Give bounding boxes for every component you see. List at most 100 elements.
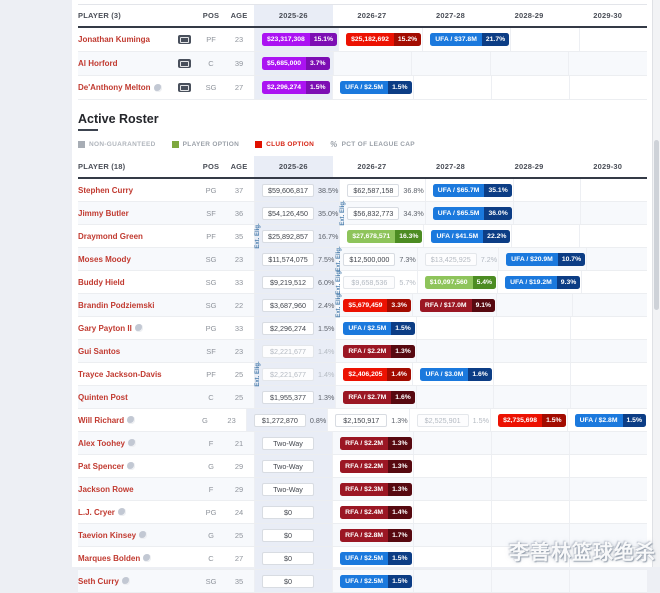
age-cell: 37 <box>224 186 254 195</box>
season-cell: $9,219,5126.0% <box>254 271 335 293</box>
age-cell: 35 <box>224 232 254 241</box>
player-cell: Gary Payton II <box>78 324 178 333</box>
option-badge: UFA / $65.5M36.0% <box>433 207 512 220</box>
title-underline <box>78 129 98 131</box>
player-name-link[interactable]: Jonathan Kuminga <box>78 35 150 44</box>
player-name-link[interactable]: Draymond Green <box>78 232 143 241</box>
season-cell <box>513 202 580 224</box>
badge-pct: 1.5% <box>388 552 412 565</box>
player-cell: Quinten Post <box>78 393 178 402</box>
scrollbar-track[interactable] <box>652 0 660 567</box>
season-cell: $11,574,0757.5% <box>254 248 335 270</box>
badge-label: $2,296,274 <box>262 81 306 94</box>
badge-label: RFA / $2.2M <box>340 437 388 450</box>
salary-box: $25,892,857 <box>262 230 314 243</box>
option-badge: $25,182,69215.2% <box>346 33 421 46</box>
badge-label: UFA / $2.8M <box>575 414 623 427</box>
season-cell: $3,687,9602.4% <box>254 294 335 316</box>
season-cell: $2,406,2051.4% <box>335 363 412 385</box>
season-cell: $13,425,9257.2% <box>417 248 498 270</box>
age-cell: 22 <box>224 301 254 310</box>
pos-cell: G <box>198 531 224 540</box>
badge-pct: 1.5% <box>388 81 412 94</box>
badge-label: $5,685,000 <box>262 57 306 70</box>
player-name-link[interactable]: Moses Moody <box>78 255 131 264</box>
player-name-link[interactable]: Gui Santos <box>78 347 120 356</box>
pos-cell: PF <box>198 370 224 379</box>
player-name-link[interactable]: Stephen Curry <box>78 186 133 195</box>
age-cell: 23 <box>224 255 254 264</box>
option-badge: $23,317,30815.1% <box>262 33 337 46</box>
player-name-link[interactable]: Will Richard <box>78 416 124 425</box>
badge-label: RFA / $2.2M <box>340 460 388 473</box>
season-cell: UFA / $20.9M10.7% <box>498 248 586 270</box>
season-cell <box>411 52 490 75</box>
season-cell: $2,525,9011.5% <box>409 409 490 431</box>
pos-cell: C <box>198 393 224 402</box>
player-name-link[interactable]: Marques Bolden <box>78 554 140 563</box>
ext-eligible-label: Ext. Elig. <box>336 246 342 271</box>
player-name-link[interactable]: Brandin Podziemski <box>78 301 154 310</box>
season-cell <box>511 225 579 247</box>
season-cell: RFA / $2.4M1.4% <box>332 501 412 523</box>
season-cell <box>416 386 493 408</box>
column-header-season: 2027-28 <box>411 5 490 26</box>
season-cell <box>416 340 493 362</box>
player-name-link[interactable]: Al Horford <box>78 59 118 68</box>
badge-pct: 10.7% <box>558 253 585 266</box>
ext-eligible-label: Ext. Elig. <box>255 223 261 248</box>
cap-pct: 1.3% <box>318 393 334 402</box>
season-cell: UFA / $2.5M1.5% <box>335 317 415 339</box>
player-name-link[interactable]: L.J. Cryer <box>78 508 115 517</box>
column-header-pos: POS <box>198 162 224 171</box>
cap-pct: 7.2% <box>481 255 497 264</box>
option-badge: UFA / $37.8M21.7% <box>430 33 509 46</box>
badge-label: UFA / $2.5M <box>340 552 388 565</box>
age-cell: 29 <box>224 485 254 494</box>
age-cell: 24 <box>224 508 254 517</box>
season-cell: Ext. Elig.$25,892,85716.7% <box>254 225 339 247</box>
player-cell: Jonathan Kuminga <box>78 35 178 44</box>
salary-box: $0 <box>262 529 314 542</box>
age-cell: 25 <box>224 531 254 540</box>
season-cell <box>413 455 491 477</box>
cap-holds-table: PLAYER (3)POSAGE2025-262026-272027-28202… <box>78 4 647 100</box>
option-badge: UFA / $19.2M9.3% <box>505 276 580 289</box>
column-header-pos: POS <box>198 11 224 20</box>
season-cell: Two-Way <box>254 478 332 500</box>
season-cell <box>569 76 647 99</box>
player-cell: Pat Spencer <box>78 462 178 471</box>
player-name-link[interactable]: Buddy Hield <box>78 278 125 287</box>
column-header-age: AGE <box>224 11 254 20</box>
table-row: Jonathan KumingaPF23$23,317,30815.1%$25,… <box>78 28 647 52</box>
option-badge: UFA / $65.7M35.1% <box>433 184 512 197</box>
player-cell: Will Richard <box>78 416 173 425</box>
badge-pct: 5.4% <box>473 276 497 289</box>
percent-icon: % <box>330 140 337 149</box>
option-badge: $2,406,2051.4% <box>343 368 411 381</box>
badge-label: RFA / $2.2M <box>343 345 391 358</box>
player-name-link[interactable]: Jackson Rowe <box>78 485 134 494</box>
legend-swatch-icon <box>78 141 85 148</box>
season-cell <box>579 225 647 247</box>
season-cell: $25,182,69215.2% <box>338 28 422 51</box>
player-name-link[interactable]: Quinten Post <box>78 393 128 402</box>
player-name-link[interactable]: Pat Spencer <box>78 462 124 471</box>
player-name-link[interactable]: Jimmy Butler <box>78 209 129 218</box>
player-name-link[interactable]: De'Anthony Melton <box>78 83 151 92</box>
cap-pct: 1.5% <box>473 416 489 425</box>
player-name-link[interactable]: Seth Curry <box>78 577 119 586</box>
legend-label: PCT OF LEAGUE CAP <box>342 141 415 148</box>
player-note-icon <box>127 416 135 424</box>
table-row: Will RichardG23$1,272,8700.8%$2,150,9171… <box>78 409 647 432</box>
season-cell: UFA / $2.5M1.5% <box>332 76 412 99</box>
player-name-link[interactable]: Taevion Kinsey <box>78 531 136 540</box>
season-cell <box>490 52 569 75</box>
player-name-link[interactable]: Alex Toohey <box>78 439 125 448</box>
player-name-link[interactable]: Trayce Jackson-Davis <box>78 370 162 379</box>
season-cell: $2,296,2741.5% <box>254 76 332 99</box>
scrollbar-thumb[interactable] <box>654 140 659 310</box>
badge-label: RFA / $2.4M <box>340 506 388 519</box>
player-name-link[interactable]: Gary Payton II <box>78 324 132 333</box>
age-cell: 23 <box>217 416 246 425</box>
